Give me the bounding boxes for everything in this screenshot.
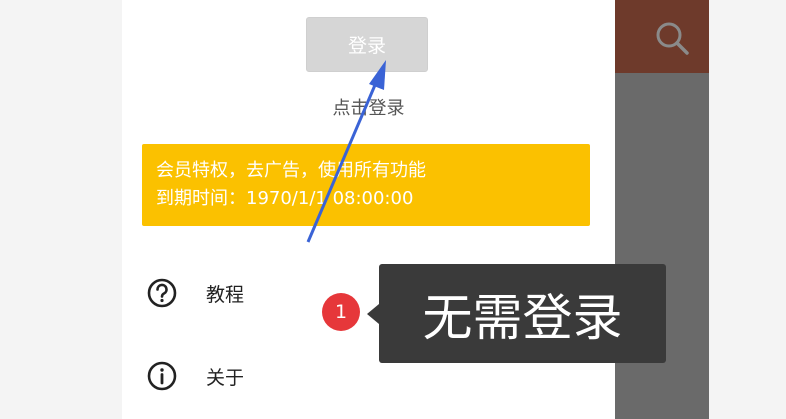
menu-item-about[interactable]: 关于: [146, 356, 244, 396]
menu-item-label: 关于: [206, 366, 245, 389]
menu-item-tutorial[interactable]: 教程: [146, 273, 244, 313]
menu-item-label: 教程: [206, 283, 245, 306]
login-hint[interactable]: 点击登录: [122, 94, 615, 120]
vip-banner-text: 会员特权，去广告，使用所有功能: [156, 160, 426, 181]
question-circle-icon: [147, 278, 177, 308]
annotation-tooltip: 无需登录: [367, 264, 666, 363]
vip-expiry-text: 到期时间：1970/1/1 08:00:00: [156, 188, 414, 209]
login-button[interactable]: 登录: [306, 17, 428, 72]
info-circle-icon: [147, 361, 177, 391]
vip-banner[interactable]: 会员特权，去广告，使用所有功能 到期时间：1970/1/1 08:00:00: [142, 144, 590, 226]
search-icon[interactable]: [652, 18, 692, 58]
step-badge: 1: [322, 293, 360, 331]
